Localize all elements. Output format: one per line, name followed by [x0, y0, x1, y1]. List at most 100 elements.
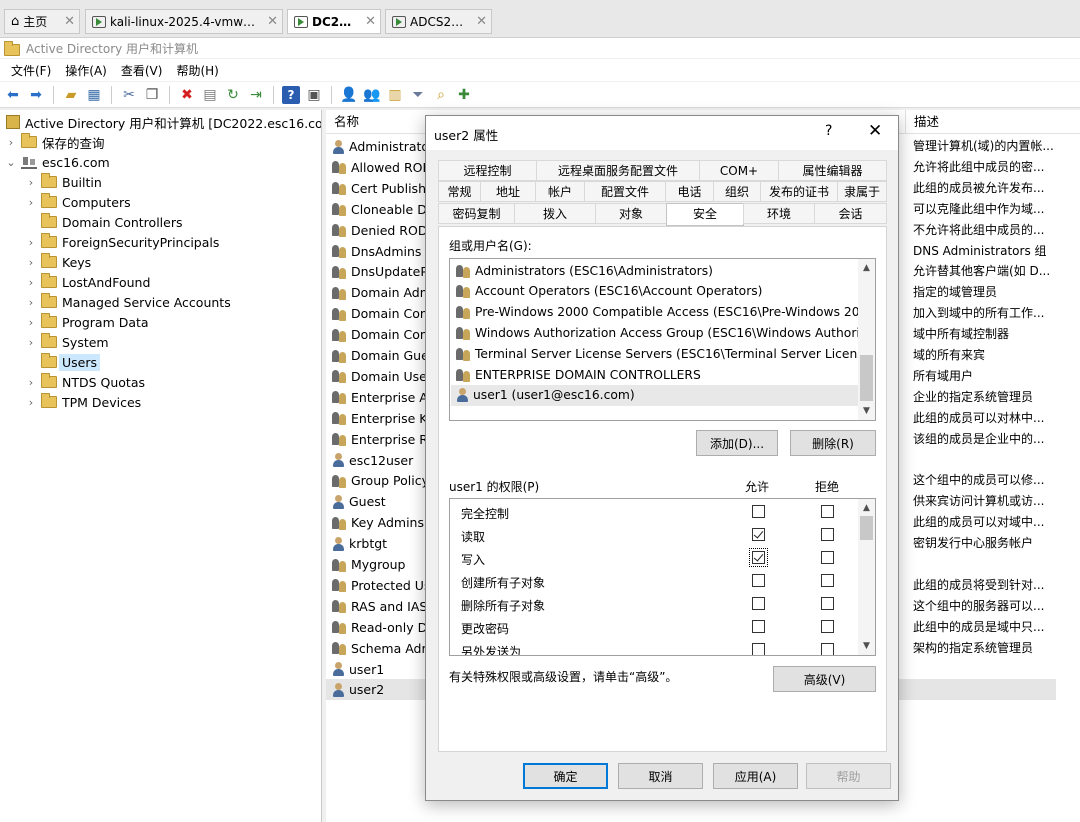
deny-checkbox[interactable]	[821, 597, 834, 610]
up-folder-icon[interactable]: ▰	[62, 86, 80, 104]
principal-item[interactable]: ENTERPRISE DOMAIN CONTROLLERS	[451, 364, 859, 385]
tree-item-ntds-quotas[interactable]: › NTDS Quotas	[26, 372, 145, 392]
chevron-right-icon[interactable]: ›	[26, 336, 36, 349]
help-button[interactable]: 帮助	[806, 763, 891, 789]
new-ou-icon[interactable]: ▥	[386, 86, 404, 104]
chevron-down-icon[interactable]: ⌄	[6, 156, 16, 169]
deny-checkbox[interactable]	[821, 505, 834, 518]
principal-scrollbar[interactable]: ▲ ▼	[858, 259, 875, 420]
scrollbar-thumb[interactable]	[860, 516, 873, 540]
tab-attribute-editor[interactable]: 属性编辑器	[778, 160, 887, 181]
chevron-right-icon[interactable]: ›	[26, 196, 36, 209]
deny-checkbox[interactable]	[821, 620, 834, 633]
tree-item-tpm-devices[interactable]: › TPM Devices	[26, 392, 141, 412]
principal-item[interactable]: Administrators (ESC16\Administrators)	[451, 260, 859, 281]
permissions-listbox[interactable]: 完全控制 读取 写入 创建所有子对象 删除所有子对象 更改密码 另外发送为 ▲ ▼	[449, 498, 876, 656]
deny-checkbox[interactable]	[821, 574, 834, 587]
deny-checkbox[interactable]	[821, 551, 834, 564]
forward-arrow-icon[interactable]: ➡	[27, 86, 45, 104]
scroll-up-icon[interactable]: ▲	[858, 501, 875, 515]
vm-tab-dc2022[interactable]: DC2022 ✕	[287, 9, 381, 34]
principal-item[interactable]: Windows Authorization Access Group (ESC1…	[451, 322, 859, 343]
delete-icon[interactable]: ✖	[178, 86, 196, 104]
tab-security[interactable]: 安全	[666, 203, 744, 226]
properties-icon[interactable]: ▤	[201, 86, 219, 104]
tab-profile[interactable]: 配置文件	[584, 181, 666, 202]
tab-address[interactable]: 地址	[480, 181, 536, 202]
chevron-right-icon[interactable]: ›	[26, 276, 36, 289]
menu-view[interactable]: 查看(V)	[114, 62, 170, 79]
tree-item-managed-service-accounts[interactable]: › Managed Service Accounts	[26, 292, 231, 312]
remove-principal-button[interactable]: 删除(R)	[790, 430, 876, 456]
tree-saved-queries[interactable]: › 保存的查询	[6, 132, 105, 152]
filter-icon[interactable]: ⏷	[409, 86, 427, 104]
tab-member-of[interactable]: 隶属于	[837, 181, 887, 202]
allow-checkbox[interactable]	[752, 620, 765, 633]
vm-tab-adcs2022[interactable]: ADCS2022 ✕	[385, 9, 492, 34]
principal-item[interactable]: Account Operators (ESC16\Account Operato…	[451, 281, 859, 302]
tab-organization[interactable]: 组织	[713, 181, 761, 202]
principal-item[interactable]: user1 (user1@esc16.com)	[451, 384, 859, 406]
tree-item-lostandfound[interactable]: › LostAndFound	[26, 272, 150, 292]
column-name-header[interactable]: 名称	[326, 110, 436, 134]
find-icon[interactable]: ⌕	[432, 86, 450, 104]
chevron-right-icon[interactable]: ›	[26, 396, 36, 409]
add-to-group-icon[interactable]: ✚	[455, 86, 473, 104]
tree-root[interactable]: Active Directory 用户和计算机 [DC2022.esc16.co…	[6, 112, 321, 132]
cut-icon[interactable]: ✂	[120, 86, 138, 104]
tree-item-foreignsecurityprincipals[interactable]: › ForeignSecurityPrincipals	[26, 232, 219, 252]
tree-item-system[interactable]: › System	[26, 332, 109, 352]
new-user-icon[interactable]: 👤	[340, 86, 358, 104]
chevron-right-icon[interactable]: ›	[26, 176, 36, 189]
close-icon[interactable]: ✕	[267, 14, 278, 29]
tab-dial-in[interactable]: 拨入	[514, 203, 596, 224]
close-icon[interactable]: ✕	[64, 14, 75, 29]
allow-checkbox[interactable]	[752, 574, 765, 587]
vm-tab-kali[interactable]: kali-linux-2025.4-vmware-am... ✕	[85, 9, 283, 34]
allow-checkbox[interactable]	[752, 597, 765, 610]
allow-checkbox[interactable]	[752, 528, 765, 541]
tree-item-computers[interactable]: › Computers	[26, 192, 131, 212]
menu-action[interactable]: 操作(A)	[58, 62, 114, 79]
tab-environment[interactable]: 环境	[743, 203, 815, 224]
back-arrow-icon[interactable]: ⬅	[4, 86, 22, 104]
scroll-down-icon[interactable]: ▼	[858, 404, 875, 418]
console-icon[interactable]: ▣	[305, 86, 323, 104]
help-question-icon[interactable]: ?	[825, 123, 832, 139]
tab-published-certificates[interactable]: 发布的证书	[760, 181, 838, 202]
menu-file[interactable]: 文件(F)	[4, 62, 58, 79]
tree-domain[interactable]: ⌄ esc16.com	[6, 152, 109, 172]
help-icon[interactable]: ?	[282, 85, 300, 104]
close-icon[interactable]: ✕	[476, 14, 487, 29]
export-icon[interactable]: ⇥	[247, 86, 265, 104]
permissions-scrollbar[interactable]: ▲ ▼	[858, 499, 875, 655]
tab-com-plus[interactable]: COM+	[699, 160, 779, 181]
tab-general[interactable]: 常规	[438, 181, 481, 202]
ok-button[interactable]: 确定	[523, 763, 608, 789]
copy-icon[interactable]: ❐	[143, 86, 161, 104]
menu-help[interactable]: 帮助(H)	[169, 62, 225, 79]
tree-item-builtin[interactable]: › Builtin	[26, 172, 102, 192]
cancel-button[interactable]: 取消	[618, 763, 703, 789]
tree-item-program-data[interactable]: › Program Data	[26, 312, 149, 332]
advanced-button[interactable]: 高级(V)	[773, 666, 876, 692]
new-group-icon[interactable]: 👥	[363, 86, 381, 104]
chevron-right-icon[interactable]: ›	[26, 236, 36, 249]
allow-checkbox[interactable]	[752, 505, 765, 518]
details-view-icon[interactable]: ▦	[85, 86, 103, 104]
tree-item-users[interactable]: Users	[26, 352, 101, 372]
tab-telephones[interactable]: 电话	[665, 181, 714, 202]
principal-item[interactable]: Pre-Windows 2000 Compatible Access (ESC1…	[451, 302, 859, 323]
tab-password-replication[interactable]: 密码复制	[438, 203, 515, 224]
chevron-right-icon[interactable]: ›	[26, 256, 36, 269]
chevron-right-icon[interactable]: ›	[26, 296, 36, 309]
tab-sessions[interactable]: 会话	[814, 203, 887, 224]
principal-item[interactable]: Terminal Server License Servers (ESC16\T…	[451, 343, 859, 364]
column-description-header[interactable]: 描述	[905, 110, 1055, 134]
tab-remote-control[interactable]: 远程控制	[438, 160, 537, 181]
scrollbar-thumb[interactable]	[860, 355, 873, 401]
close-icon[interactable]: ✕	[868, 121, 882, 141]
tree-item-domain-controllers[interactable]: Domain Controllers	[26, 212, 182, 232]
chevron-right-icon[interactable]: ›	[26, 316, 36, 329]
add-principal-button[interactable]: 添加(D)...	[696, 430, 778, 456]
